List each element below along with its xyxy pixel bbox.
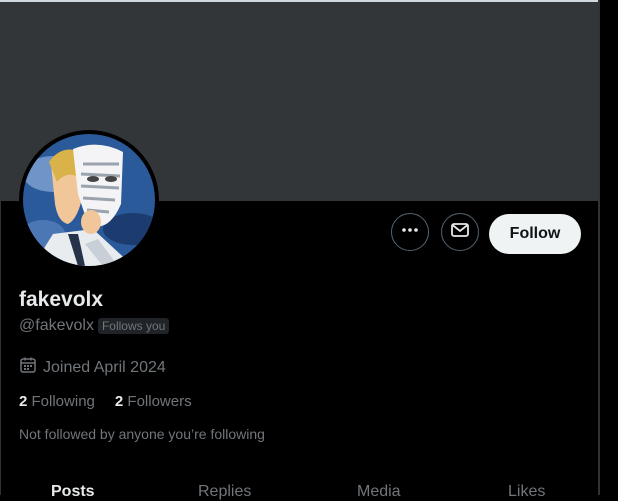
column-border-left — [0, 200, 1, 495]
tab-posts[interactable]: Posts — [51, 483, 95, 501]
user-handle: @fakevolx — [19, 317, 94, 334]
avatar-image — [23, 134, 155, 266]
followers-link[interactable]: 2 Followers — [115, 393, 192, 410]
handle-row: @fakevolx Follows you — [19, 317, 170, 335]
followers-label: Followers — [127, 393, 192, 410]
tab-replies[interactable]: Replies — [198, 483, 251, 501]
join-date: Joined April 2024 — [19, 356, 166, 379]
calendar-icon — [19, 356, 37, 379]
follow-button[interactable]: Follow — [489, 214, 581, 254]
avatar[interactable] — [19, 130, 159, 270]
follow-counts: 2 Following 2 Followers — [19, 393, 192, 410]
tab-media[interactable]: Media — [357, 483, 401, 501]
following-link[interactable]: 2 Following — [19, 393, 95, 410]
display-name: fakevolx — [19, 288, 104, 311]
message-button[interactable] — [441, 213, 479, 251]
follows-you-badge: Follows you — [97, 318, 170, 334]
following-count: 2 — [19, 393, 28, 410]
tab-likes[interactable]: Likes — [508, 483, 545, 501]
join-date-text: Joined April 2024 — [43, 358, 166, 376]
mutual-followers-note: Not followed by anyone you’re following — [19, 426, 265, 442]
following-label: Following — [31, 393, 95, 410]
column-border — [598, 0, 600, 495]
envelope-icon — [450, 220, 470, 245]
followers-count: 2 — [114, 393, 124, 410]
more-horizontal-icon — [401, 221, 419, 244]
more-options-button[interactable] — [391, 213, 429, 251]
